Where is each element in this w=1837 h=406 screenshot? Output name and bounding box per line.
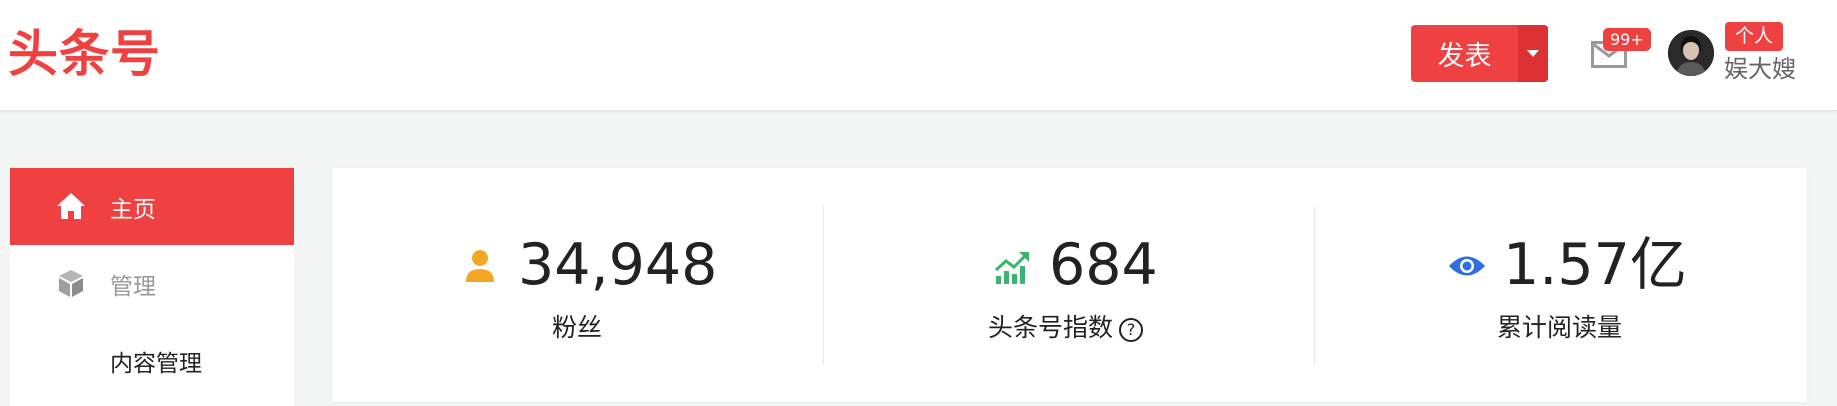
sidebar-item-label: 内容管理	[110, 350, 202, 377]
user-icon	[465, 249, 495, 287]
followers-label: 粉丝	[552, 313, 603, 342]
index-label-wrap: 头条号指数?	[988, 312, 1144, 344]
notification-badge: 99+	[1603, 28, 1651, 51]
followers-count: 34,948	[518, 232, 718, 298]
logo[interactable]: 头条号	[8, 24, 161, 84]
index-label: 头条号指数	[988, 313, 1114, 342]
cube-icon	[55, 267, 87, 299]
reads-label: 累计阅读量	[1497, 313, 1623, 342]
account-type-badge: 个人	[1725, 22, 1784, 51]
sidebar-item-home[interactable]: 主页	[10, 168, 294, 245]
user-name[interactable]: 娱大嫂	[1724, 55, 1796, 83]
trend-up-icon	[994, 250, 1030, 288]
reads-value: 1.57亿	[1503, 232, 1687, 298]
home-icon	[55, 190, 87, 222]
sidebar-item-manage[interactable]: 管理	[10, 245, 294, 322]
index-value: 684	[1049, 232, 1158, 298]
caret-down-icon	[1527, 50, 1539, 57]
stat-reads: 1.57亿 累计阅读量	[1315, 168, 1807, 402]
sidebar-item-label: 主页	[110, 196, 156, 223]
avatar[interactable]	[1668, 30, 1714, 76]
eye-icon	[1448, 253, 1486, 283]
stat-index: 684 头条号指数?	[824, 168, 1314, 402]
stats-panel: 34,948 粉丝 684 头条号指数? 1.57亿 累计阅读量	[332, 168, 1807, 402]
sidebar-item-label: 管理	[110, 273, 156, 300]
help-icon[interactable]: ?	[1119, 318, 1144, 342]
publish-button[interactable]: 发表	[1411, 25, 1518, 82]
stat-followers: 34,948 粉丝	[332, 168, 823, 402]
publish-button-group: 发表	[1411, 25, 1548, 82]
sidebar: 主页 管理 内容管理	[10, 168, 294, 406]
publish-dropdown-button[interactable]	[1518, 25, 1548, 82]
sidebar-item-content-management[interactable]: 内容管理	[10, 322, 294, 399]
top-header: 头条号 发表 99+ 个人 娱大嫂	[0, 0, 1837, 111]
